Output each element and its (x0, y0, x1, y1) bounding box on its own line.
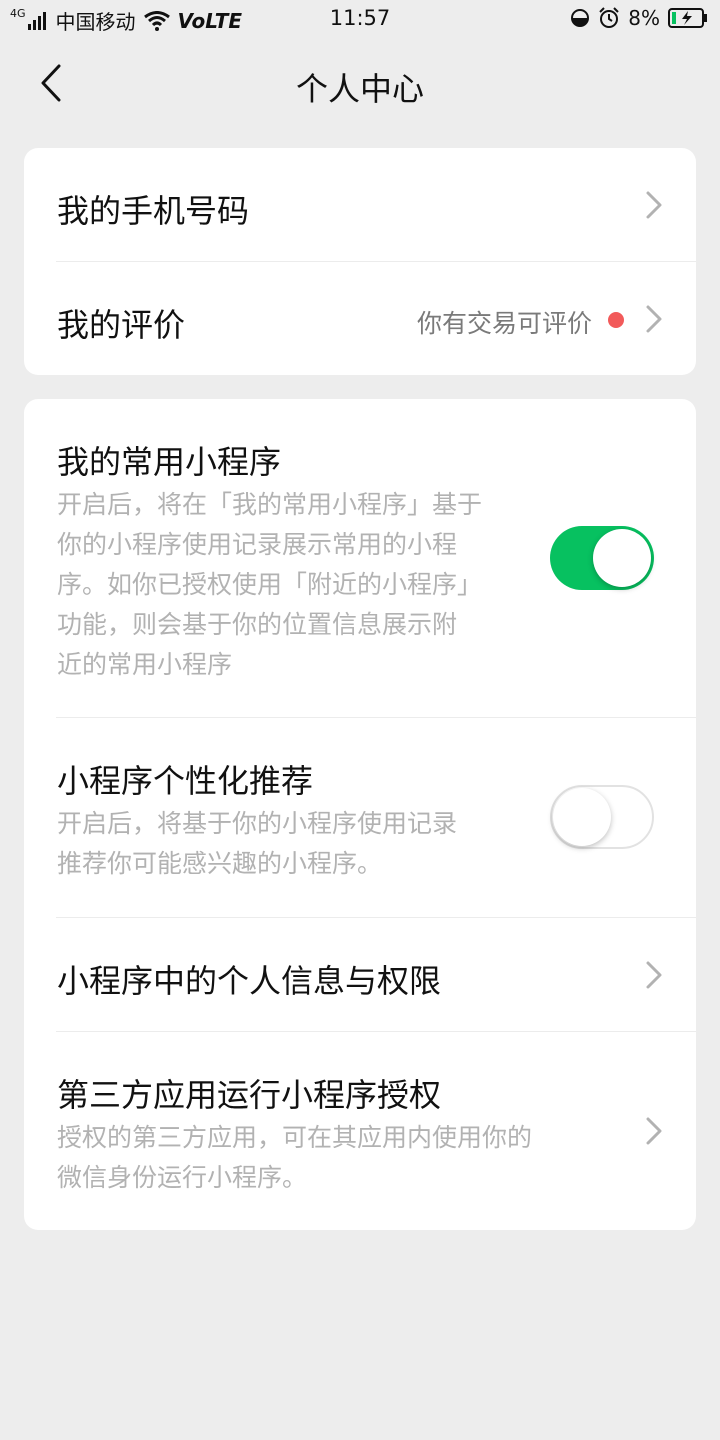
nav-bar: 个人中心 (0, 38, 720, 130)
third-party-authorization-desc: 授权的第三方应用，可在其应用内使用你的 微信身份运行小程序。 (57, 1118, 597, 1198)
chevron-right-icon (646, 191, 662, 219)
toggle-knob (553, 788, 611, 846)
desc-line: 开启后，将在「我的常用小程序」基于 (57, 490, 483, 519)
chevron-right-icon (646, 961, 662, 989)
desc-line: 近的常用小程序 (57, 650, 233, 679)
miniprogram-settings-card: 我的常用小程序 开启后，将在「我的常用小程序」基于 你的小程序使用记录展示常用的… (24, 399, 696, 1230)
third-party-authorization-title: 第三方应用运行小程序授权 (57, 1076, 442, 1114)
page-title: 个人中心 (295, 70, 424, 108)
battery-percent: 8% (628, 6, 660, 30)
personalized-recommendation-title: 小程序个性化推荐 (57, 762, 314, 800)
desc-line: 你的小程序使用记录展示常用的小程 (57, 530, 458, 559)
privacy-permissions-label: 小程序中的个人信息与权限 (57, 962, 442, 1000)
common-miniprograms-desc: 开启后，将在「我的常用小程序」基于 你的小程序使用记录展示常用的小程 序。如你已… (57, 485, 507, 685)
desc-line: 授权的第三方应用，可在其应用内使用你的 (57, 1123, 533, 1152)
chevron-right-icon (646, 1117, 662, 1145)
personalized-recommendation-row: 小程序个性化推荐 开启后，将基于你的小程序使用记录 推荐你可能感兴趣的小程序。 (24, 718, 696, 917)
phone-number-label: 我的手机号码 (57, 192, 250, 230)
status-bar: 4G 中国移动 VoLTE 11:57 8% (0, 0, 720, 38)
review-hint: 你有交易可评价 (416, 309, 592, 338)
my-reviews-row[interactable]: 我的评价 你有交易可评价 (24, 262, 696, 375)
do-not-disturb-icon (570, 8, 590, 28)
common-miniprograms-row: 我的常用小程序 开启后，将在「我的常用小程序」基于 你的小程序使用记录展示常用的… (24, 399, 696, 717)
my-reviews-label: 我的评价 (57, 306, 186, 344)
desc-line: 开启后，将基于你的小程序使用记录 (57, 809, 458, 838)
battery-charging-icon (668, 8, 708, 28)
privacy-permissions-row[interactable]: 小程序中的个人信息与权限 (24, 918, 696, 1031)
toggle-knob (593, 529, 651, 587)
desc-line: 功能，则会基于你的位置信息展示附 (57, 610, 458, 639)
desc-line: 推荐你可能感兴趣的小程序。 (57, 849, 383, 878)
chevron-right-icon (646, 305, 662, 333)
alarm-icon (598, 7, 620, 29)
desc-line: 微信身份运行小程序。 (57, 1163, 308, 1192)
phone-number-row[interactable]: 我的手机号码 (24, 148, 696, 261)
personalized-recommendation-desc: 开启后，将基于你的小程序使用记录 推荐你可能感兴趣的小程序。 (57, 804, 507, 884)
third-party-authorization-row[interactable]: 第三方应用运行小程序授权 授权的第三方应用，可在其应用内使用你的 微信身份运行小… (24, 1032, 696, 1230)
common-miniprograms-title: 我的常用小程序 (57, 443, 282, 481)
personalized-recommendation-toggle[interactable] (550, 785, 654, 849)
common-miniprograms-toggle[interactable] (550, 526, 654, 590)
account-card: 我的手机号码 我的评价 你有交易可评价 (24, 148, 696, 375)
unread-dot (608, 312, 624, 328)
desc-line: 序。如你已授权使用「附近的小程序」 (57, 570, 483, 599)
status-right: 8% (570, 6, 708, 30)
